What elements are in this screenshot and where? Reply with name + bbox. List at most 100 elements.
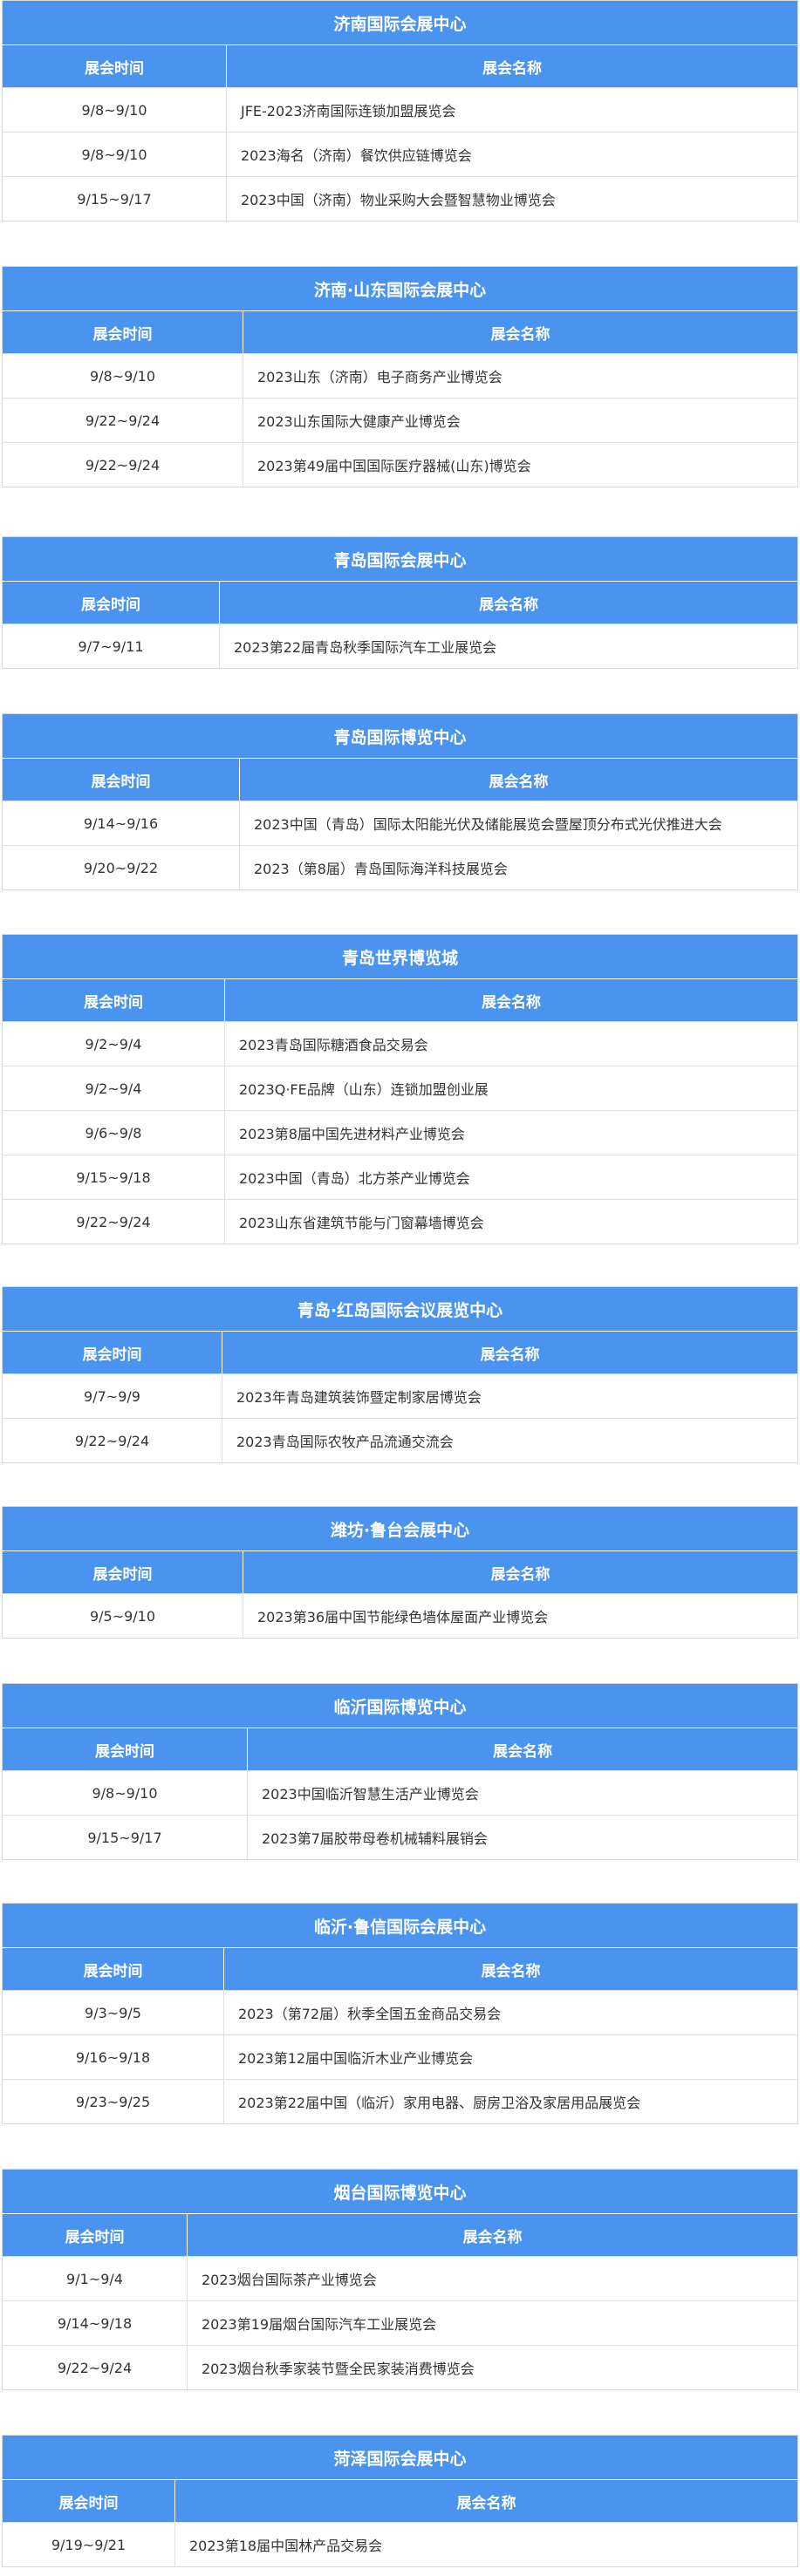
column-header-name: 展会名称: [482, 993, 541, 1012]
column-header-date: 展会时间: [3, 2480, 175, 2522]
table-row: 9/15~9/18 2023中国（青岛）北方茶产业博览会: [3, 1155, 797, 1199]
exhibition-date: 9/14~9/18: [3, 2301, 188, 2345]
table-header: 展会时间 展会名称: [3, 1551, 797, 1593]
exhibition-date: 9/15~9/17: [3, 1816, 248, 1859]
exhibition-name: 2023（第8届）青岛国际海洋科技展览会: [254, 861, 508, 877]
exhibition-name: 2023第18届中国林产品交易会: [189, 2538, 383, 2554]
venue-table: 临沂·鲁信国际会展中心 展会时间 展会名称 9/3~9/5 2023（第72届）秋季全国…: [2, 1903, 798, 2124]
exhibition-date: 9/22~9/24: [3, 443, 243, 487]
exhibition-date: 9/20~9/22: [3, 846, 240, 889]
column-header-name: 展会名称: [481, 1962, 541, 1980]
exhibition-name: 2023烟台秋季家装节暨全民家装消费博览会: [202, 2361, 475, 2377]
venue-title: 临沂国际博览中心: [3, 1684, 797, 1728]
exhibition-name: 2023山东省建筑节能与门窗幕墙博览会: [239, 1215, 484, 1231]
table-row: 9/7~9/11 2023第22届青岛秋季国际汽车工业展览会: [3, 624, 797, 668]
table-row: 9/16~9/18 2023第12届中国临沂木业产业博览会: [3, 2034, 797, 2079]
venue-title: 青岛·红岛国际会议展览中心: [3, 1287, 797, 1332]
table-row: 9/22~9/24 2023烟台秋季家装节暨全民家装消费博览会: [3, 2345, 797, 2389]
table-row: 9/20~9/22 2023（第8届）青岛国际海洋科技展览会: [3, 845, 797, 889]
exhibition-name: 2023第19届烟台国际汽车工业展览会: [202, 2316, 437, 2333]
venue-title: 济南·山东国际会展中心: [3, 267, 797, 311]
venue-table: 临沂国际博览中心 展会时间 展会名称 9/8~9/10 2023中国临沂智慧生活产业博览…: [2, 1683, 798, 1860]
table-row: 9/19~9/21 2023第18届中国林产品交易会: [3, 2522, 797, 2566]
exhibition-date: 9/1~9/4: [3, 2257, 188, 2300]
venue-table: 潍坊·鲁台会展中心 展会时间 展会名称 9/5~9/10 2023第36届中国节能绿色墙…: [2, 1506, 798, 1639]
venue-table: 青岛国际会展中心 展会时间 展会名称 9/7~9/11 2023第22届青岛秋季国际汽车…: [2, 536, 798, 669]
table-row: 9/22~9/24 2023山东省建筑节能与门窗幕墙博览会: [3, 1199, 797, 1244]
column-header-date: 展会时间: [3, 1551, 243, 1593]
exhibition-date: 9/3~9/5: [3, 1991, 224, 2034]
column-header-name: 展会名称: [479, 596, 538, 614]
table-row: 9/6~9/8 2023第8届中国先进材料产业博览会: [3, 1110, 797, 1155]
exhibition-name: 2023第12届中国临沂木业产业博览会: [238, 2050, 474, 2067]
column-header-date: 展会时间: [3, 582, 220, 624]
table-header: 展会时间 展会名称: [3, 1948, 797, 1990]
exhibition-date: 9/19~9/21: [3, 2523, 175, 2566]
column-header-name: 展会名称: [493, 1742, 552, 1761]
exhibition-date: 9/8~9/10: [3, 88, 227, 132]
exhibition-name: 2023青岛国际农牧产品流通交流会: [236, 1434, 454, 1450]
exhibition-date: 9/22~9/24: [3, 1200, 225, 1244]
exhibition-name: 2023烟台国际茶产业博览会: [202, 2272, 377, 2288]
table-row: 9/15~9/17 2023第7届胶带母卷机械辅料展销会: [3, 1815, 797, 1859]
table-row: 9/8~9/10 2023山东（济南）电子商务产业博览会: [3, 353, 797, 398]
exhibition-name: 2023中国（青岛）国际太阳能光伏及储能展览会暨屋顶分布式光伏推进大会: [254, 816, 722, 833]
exhibition-date: 9/16~9/18: [3, 2035, 224, 2079]
exhibition-date: 9/8~9/10: [3, 1771, 248, 1815]
table-row: 9/14~9/16 2023中国（青岛）国际太阳能光伏及储能展览会暨屋顶分布式光伏…: [3, 801, 797, 845]
table-header: 展会时间 展会名称: [3, 979, 797, 1021]
column-header-name: 展会名称: [490, 325, 550, 344]
table-header: 展会时间 展会名称: [3, 2480, 797, 2522]
table-row: 9/3~9/5 2023（第72届）秋季全国五金商品交易会: [3, 1990, 797, 2034]
table-header: 展会时间 展会名称: [3, 1728, 797, 1770]
exhibition-name: JFE-2023济南国际连锁加盟展览会: [241, 103, 456, 119]
venue-title: 青岛国际会展中心: [3, 537, 797, 582]
exhibition-name: 2023中国临沂智慧生活产业博览会: [262, 1786, 479, 1803]
exhibition-name: 2023中国（济南）物业采购大会暨智慧物业博览会: [241, 192, 556, 208]
exhibition-schedule: 济南国际会展中心 展会时间 展会名称 9/8~9/10 JFE-2023济南国际连锁加盟…: [0, 0, 800, 2567]
venue-title: 菏泽国际会展中心: [3, 2436, 797, 2480]
exhibition-date: 9/6~9/8: [3, 1111, 225, 1155]
table-row: 9/2~9/4 2023Q·FE品牌（山东）连锁加盟创业展: [3, 1066, 797, 1110]
column-header-name: 展会名称: [490, 1565, 550, 1584]
exhibition-date: 9/2~9/4: [3, 1022, 225, 1066]
exhibition-date: 9/22~9/24: [3, 1419, 222, 1462]
exhibition-date: 9/23~9/25: [3, 2080, 224, 2123]
exhibition-date: 9/15~9/17: [3, 177, 227, 221]
table-row: 9/14~9/18 2023第19届烟台国际汽车工业展览会: [3, 2300, 797, 2345]
exhibition-date: 9/8~9/10: [3, 354, 243, 398]
column-header-date: 展会时间: [3, 1948, 224, 1990]
table-row: 9/22~9/24 2023第49届中国国际医疗器械(山东)博览会: [3, 442, 797, 487]
table-header: 展会时间 展会名称: [3, 45, 797, 87]
exhibition-name: 2023第22届中国（临沂）家用电器、厨房卫浴及家居用品展览会: [238, 2095, 641, 2111]
table-header: 展会时间 展会名称: [3, 2214, 797, 2256]
table-row: 9/22~9/24 2023青岛国际农牧产品流通交流会: [3, 1418, 797, 1462]
exhibition-name: 2023山东国际大健康产业博览会: [257, 413, 461, 430]
table-row: 9/7~9/9 2023年青岛建筑装饰暨定制家居博览会: [3, 1373, 797, 1418]
venue-table: 青岛世界博览城 展会时间 展会名称 9/2~9/4 2023青岛国际糖酒食品交易会 9/2…: [2, 934, 798, 1244]
exhibition-date: 9/2~9/4: [3, 1067, 225, 1110]
venue-table: 青岛国际博览中心 展会时间 展会名称 9/14~9/16 2023中国（青岛）国际太阳能…: [2, 713, 798, 890]
table-row: 9/23~9/25 2023第22届中国（临沂）家用电器、厨房卫浴及家居用品展览会: [3, 2079, 797, 2123]
exhibition-name: 2023青岛国际糖酒食品交易会: [239, 1037, 428, 1053]
table-header: 展会时间 展会名称: [3, 1332, 797, 1373]
exhibition-date: 9/15~9/18: [3, 1155, 225, 1199]
venue-title: 临沂·鲁信国际会展中心: [3, 1904, 797, 1948]
table-row: 9/5~9/10 2023第36届中国节能绿色墙体屋面产业博览会: [3, 1593, 797, 1638]
column-header-date: 展会时间: [3, 2214, 188, 2256]
venue-table: 菏泽国际会展中心 展会时间 展会名称 9/19~9/21 2023第18届中国林产品交易…: [2, 2435, 798, 2567]
exhibition-date: 9/22~9/24: [3, 2346, 188, 2389]
column-header-name: 展会名称: [480, 1346, 540, 1364]
venue-title: 烟台国际博览中心: [3, 2170, 797, 2214]
venue-title: 青岛国际博览中心: [3, 714, 797, 759]
exhibition-name: 2023第22届青岛秋季国际汽车工业展览会: [234, 639, 497, 656]
venue-title: 潍坊·鲁台会展中心: [3, 1507, 797, 1551]
table-row: 9/1~9/4 2023烟台国际茶产业博览会: [3, 2256, 797, 2300]
exhibition-date: 9/8~9/10: [3, 133, 227, 176]
column-header-date: 展会时间: [3, 979, 225, 1021]
venue-title: 济南国际会展中心: [3, 1, 797, 45]
exhibition-name: 2023第8届中国先进材料产业博览会: [239, 1126, 465, 1142]
table-row: 9/2~9/4 2023青岛国际糖酒食品交易会: [3, 1021, 797, 1066]
table-row: 9/8~9/10 2023中国临沂智慧生活产业博览会: [3, 1770, 797, 1815]
column-header-date: 展会时间: [3, 1332, 222, 1373]
